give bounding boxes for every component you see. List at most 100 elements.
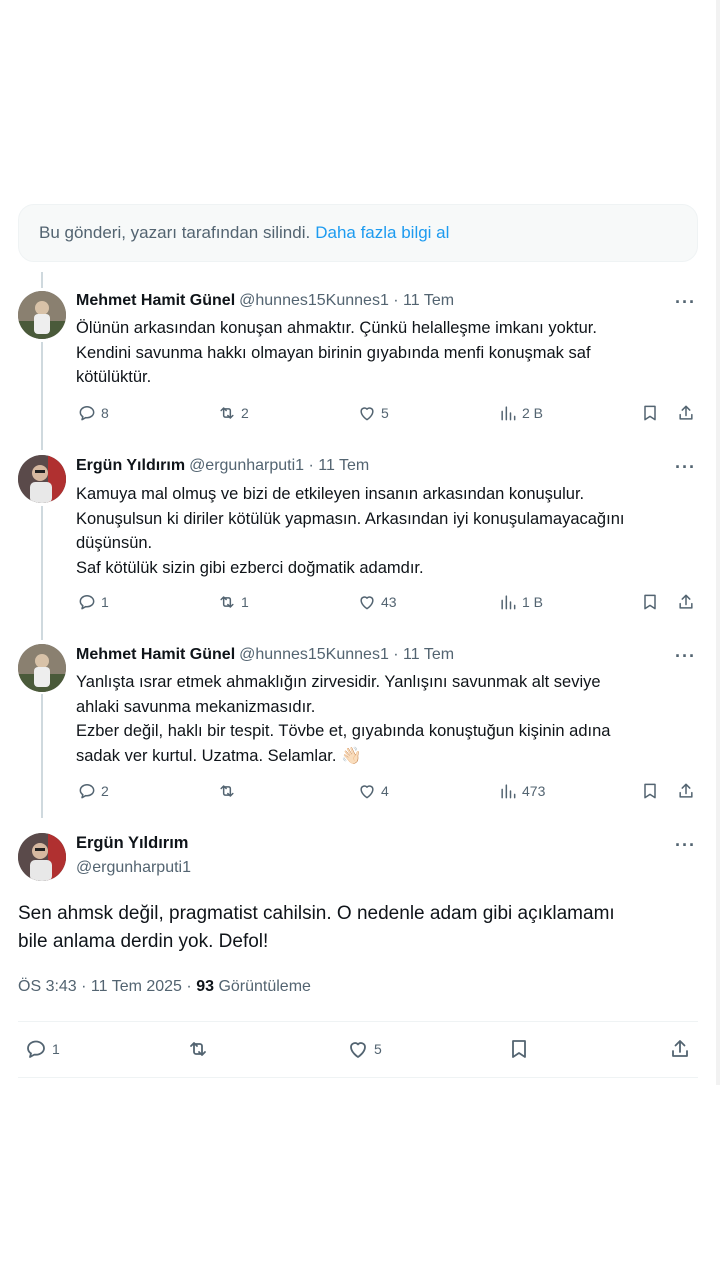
reply-button[interactable]: 1 — [24, 1037, 60, 1061]
like-button[interactable]: 5 — [346, 1037, 382, 1061]
tweet-line: düşünsün. — [76, 534, 153, 552]
action-bar: 8 2 5 2 B — [0, 403, 720, 429]
author-name[interactable]: Mehmet Hamit Günel — [76, 646, 235, 663]
divider — [18, 1021, 698, 1022]
repost-icon — [220, 596, 234, 608]
thread-line — [41, 342, 43, 450]
share-icon — [672, 1040, 688, 1057]
tweet-line: Kamuya mal olmuş ve bizi de etkileyen in… — [76, 485, 585, 503]
repost-button[interactable] — [186, 1037, 214, 1061]
tweet-line: kötülüktür. — [76, 368, 152, 386]
post-time[interactable]: ÖS 3:43 · 11 Tem 2025 · — [18, 978, 192, 995]
reply-count: 2 — [101, 783, 109, 799]
share-button[interactable] — [676, 781, 700, 801]
tweet-line: Ölünün arkasından konuşan ahmaktır. Çünk… — [76, 319, 597, 337]
views-button[interactable]: 2 B — [498, 403, 543, 423]
heart-icon — [350, 1042, 366, 1058]
notice-text: Bu gönderi, yazarı tarafından silindi. — [39, 223, 311, 242]
reply-button[interactable]: 2 — [77, 781, 109, 801]
tweet-header: Mehmet Hamit Günel @hunnes15Kunnes1 · 11 … — [76, 292, 454, 310]
tweet-header: Mehmet Hamit Günel @hunnes15Kunnes1 · 11 … — [76, 646, 454, 664]
bookmark-button[interactable] — [507, 1037, 535, 1061]
bookmark-button[interactable] — [640, 592, 664, 612]
repost-icon — [190, 1042, 206, 1056]
avatar[interactable] — [18, 455, 66, 503]
views-label: Görüntüleme — [218, 978, 311, 995]
bookmark-icon — [512, 1040, 526, 1058]
more-options-icon[interactable]: ··· — [675, 457, 696, 478]
action-bar: 1 5 — [0, 1037, 720, 1063]
tweet-header: Ergün Yıldırım @ergunharputi1 · 11 Tem — [76, 457, 369, 475]
repost-button[interactable]: 1 — [217, 592, 249, 612]
tweet-line: Ezber değil, haklı bir tespit. Tövbe et,… — [76, 722, 611, 740]
thread-line — [41, 506, 43, 640]
share-icon — [679, 594, 693, 609]
more-options-icon[interactable]: ··· — [675, 292, 696, 313]
reply-button[interactable]: 8 — [77, 403, 109, 423]
reply-icon — [27, 1040, 45, 1058]
repost-icon — [220, 407, 234, 419]
reply-icon — [79, 595, 95, 610]
like-count: 4 — [381, 783, 389, 799]
author-meta[interactable]: @hunnes15Kunnes1 · 11 Tem — [239, 646, 454, 663]
reply-icon — [79, 784, 95, 799]
author-name[interactable]: Ergün Yıldırım — [76, 834, 188, 853]
thread-line — [41, 272, 43, 288]
repost-count: 2 — [241, 405, 249, 421]
like-button[interactable]: 43 — [357, 592, 397, 612]
tweet-line: Yanlışta ısrar etmek ahmaklığın zirvesid… — [76, 673, 601, 691]
author-handle[interactable]: @ergunharputi1 — [76, 859, 191, 877]
tweet-line: Saf kötülük sizin gibi ezberci doğmatik … — [76, 558, 424, 577]
tweet-text: Kamuya mal olmuş ve bizi de etkileyen in… — [76, 482, 696, 580]
tweet-line: ahlaki savunma mekanizmasıdır. — [76, 697, 316, 716]
tweet-text: Sen ahmsk değil, pragmatist cahilsin. O … — [18, 900, 698, 956]
avatar[interactable] — [18, 291, 66, 339]
tweet-line: bile anlama derdin yok. Defol! — [18, 931, 269, 952]
action-bar: 1 1 43 1 B — [0, 592, 720, 618]
bookmark-icon — [644, 594, 656, 610]
tweet-line: Sen ahmsk değil, pragmatist cahilsin. O … — [18, 903, 615, 924]
tweet-line: sadak ver kurtul. Uzatma. Selamlar. 👋🏻 — [76, 746, 362, 765]
repost-button[interactable]: 2 — [217, 403, 249, 423]
share-button[interactable] — [668, 1037, 696, 1061]
share-button[interactable] — [676, 403, 700, 423]
views-chart-icon — [501, 406, 516, 421]
share-icon — [679, 783, 693, 798]
views-chart-icon — [501, 595, 516, 610]
action-bar: 2 4 473 — [0, 781, 720, 807]
author-name[interactable]: Ergün Yıldırım — [76, 457, 185, 474]
views-count: 93 — [196, 978, 214, 995]
views-count: 1 B — [522, 594, 544, 610]
scroll-edge — [716, 0, 720, 1085]
heart-icon — [360, 407, 374, 421]
share-icon — [679, 405, 693, 420]
reply-count: 8 — [101, 405, 109, 421]
bookmark-button[interactable] — [640, 403, 664, 423]
avatar[interactable] — [18, 644, 66, 692]
author-name[interactable]: Mehmet Hamit Günel — [76, 292, 235, 309]
views-button[interactable]: 1 B — [498, 592, 543, 612]
repost-icon — [220, 785, 234, 797]
heart-icon — [360, 785, 374, 799]
author-meta[interactable]: @ergunharputi1 · 11 Tem — [189, 457, 369, 474]
tweet-timestamp: ÖS 3:43 · 11 Tem 2025 · 93 Görüntüleme — [18, 978, 311, 996]
author-meta[interactable]: @hunnes15Kunnes1 · 11 Tem — [239, 292, 454, 309]
views-button[interactable]: 473 — [498, 781, 545, 801]
like-button[interactable]: 5 — [357, 403, 389, 423]
bookmark-icon — [644, 783, 656, 799]
like-count: 5 — [381, 405, 389, 421]
like-count: 5 — [374, 1041, 382, 1057]
repost-button[interactable] — [217, 781, 241, 801]
share-button[interactable] — [676, 592, 700, 612]
tweet-line: Konuşulsun ki diriler kötülük yapmasın. … — [76, 509, 625, 528]
reply-icon — [79, 406, 95, 421]
learn-more-link[interactable]: Daha fazla bilgi al — [315, 223, 449, 243]
avatar[interactable] — [18, 833, 66, 881]
like-count: 43 — [381, 594, 397, 610]
reply-button[interactable]: 1 — [77, 592, 109, 612]
more-options-icon[interactable]: ··· — [675, 646, 696, 667]
heart-icon — [360, 596, 374, 610]
like-button[interactable]: 4 — [357, 781, 389, 801]
bookmark-button[interactable] — [640, 781, 664, 801]
more-options-icon[interactable]: ··· — [675, 835, 696, 856]
